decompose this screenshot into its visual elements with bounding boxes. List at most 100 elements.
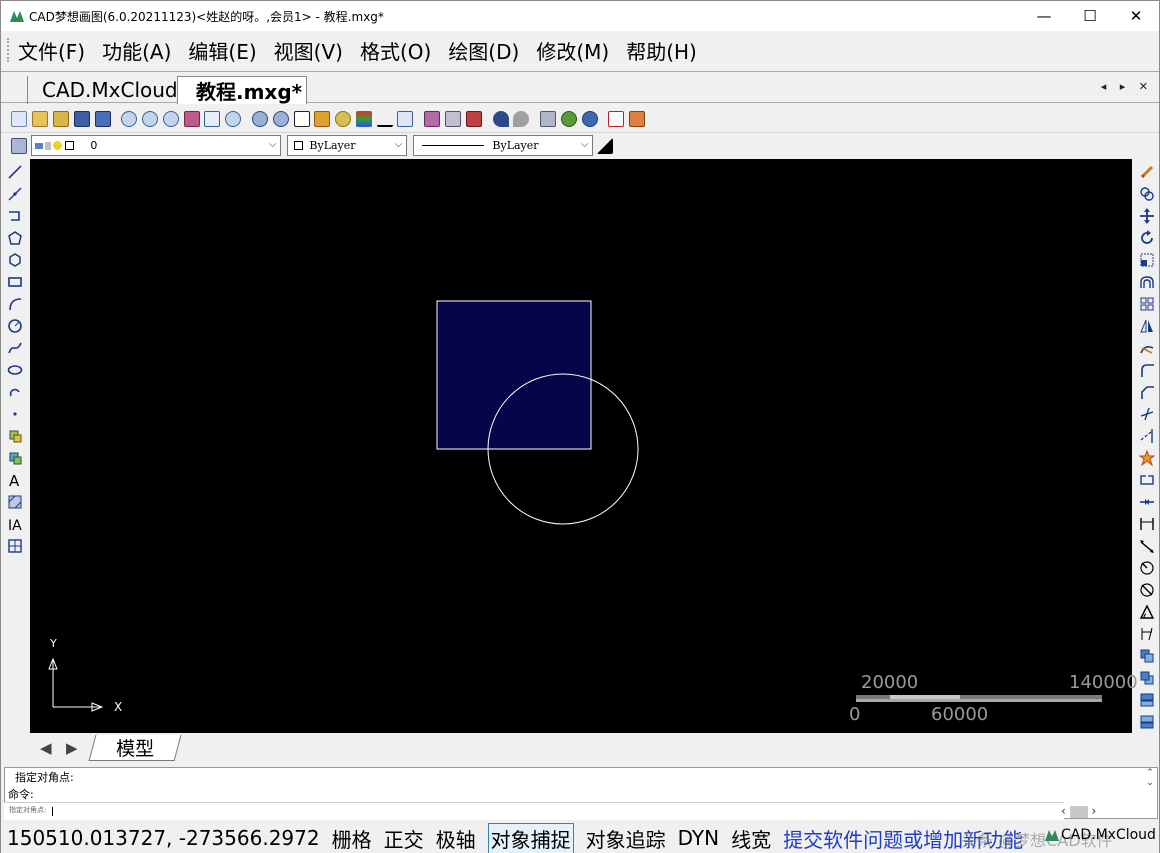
block-insert-icon[interactable]	[3, 425, 27, 447]
arc-icon[interactable]	[3, 293, 27, 315]
spline-icon[interactable]	[3, 337, 27, 359]
layer-dropdown[interactable]: 0 ⌵	[31, 135, 282, 156]
polygon-icon-2[interactable]	[3, 249, 27, 271]
join-icon[interactable]	[1135, 491, 1159, 513]
dim-baseline-icon[interactable]	[1135, 623, 1159, 645]
tool-palette-icon[interactable]	[465, 110, 482, 127]
hatch-icon[interactable]	[3, 491, 27, 513]
command-scrollbar[interactable]: ⌃ ⌄	[1143, 768, 1157, 801]
tab-scroll-controls[interactable]: ◂ ▸ ✕	[1101, 80, 1153, 93]
tab-model[interactable]: 模型	[88, 735, 182, 761]
toggle-osnap[interactable]: 对象捕捉	[487, 822, 574, 853]
tab-cad-mxcloud[interactable]: CAD.MxCloud	[27, 76, 185, 104]
zoom-out-icon[interactable]	[142, 110, 159, 127]
dim-diameter-icon[interactable]	[1135, 579, 1159, 601]
toggle-lineweight[interactable]: 线宽	[731, 824, 771, 853]
scale-icon[interactable]	[1135, 249, 1159, 271]
explode-icon[interactable]	[1135, 447, 1159, 469]
zoom-previous-icon[interactable]	[272, 110, 289, 127]
dim-linear-icon[interactable]	[1135, 513, 1159, 535]
toggle-grid[interactable]: 栅格	[332, 824, 372, 853]
table-icon[interactable]	[3, 535, 27, 557]
drawn-rectangle[interactable]	[436, 300, 592, 450]
polygon-icon[interactable]	[3, 227, 27, 249]
zoom-realtime-icon[interactable]	[121, 110, 138, 127]
mtext-icon[interactable]: IA	[3, 513, 27, 535]
window-icon[interactable]	[397, 110, 414, 127]
drawing-canvas[interactable]: Y X 20000 140000 0 60000	[30, 159, 1138, 733]
print-icon[interactable]	[540, 110, 557, 127]
web-icon[interactable]	[581, 110, 598, 127]
chamfer-icon[interactable]	[1135, 381, 1159, 403]
draw-order-below-icon[interactable]	[1135, 711, 1159, 733]
command-input[interactable]: 指定对角点:	[4, 802, 1064, 820]
extend-icon[interactable]	[1135, 425, 1159, 447]
copy-icon[interactable]	[1135, 183, 1159, 205]
toggle-polar[interactable]: 极轴	[436, 824, 476, 853]
properties-icon[interactable]	[424, 110, 441, 127]
toggle-dyn[interactable]: DYN	[678, 826, 719, 850]
toolbar-grip[interactable]	[7, 38, 10, 62]
layer-state-icon[interactable]	[355, 110, 372, 127]
globe-icon[interactable]	[560, 110, 577, 127]
dim-radius-icon[interactable]	[1135, 557, 1159, 579]
break-icon[interactable]	[1135, 469, 1159, 491]
construction-line-icon[interactable]	[3, 183, 27, 205]
open-folder-icon[interactable]	[52, 110, 69, 127]
dim-aligned-icon[interactable]	[1135, 535, 1159, 557]
tab-tutorial-drawing[interactable]: 教程.mxg*	[177, 76, 307, 104]
draw-order-front-icon[interactable]	[1135, 645, 1159, 667]
linetype-dropdown[interactable]: ByLayer ⌵	[413, 135, 594, 156]
undo-icon[interactable]	[492, 110, 509, 127]
rotate-icon[interactable]	[1135, 227, 1159, 249]
new-file-icon[interactable]	[11, 110, 28, 127]
dim-angle-icon[interactable]	[1135, 601, 1159, 623]
design-center-icon[interactable]	[445, 110, 462, 127]
open-file-icon[interactable]	[32, 110, 49, 127]
color-dropdown[interactable]: ByLayer ⌵	[287, 135, 408, 156]
zoom-window-icon[interactable]	[225, 110, 242, 127]
fillet-icon[interactable]	[1135, 359, 1159, 381]
circle-icon[interactable]	[3, 315, 27, 337]
layout-prev-button[interactable]: ◀	[40, 739, 52, 757]
revcloud-icon[interactable]	[3, 381, 27, 403]
draw-order-back-icon[interactable]	[1135, 667, 1159, 689]
menu-draw[interactable]: 绘图(D)	[448, 36, 519, 65]
point-icon[interactable]	[3, 403, 27, 425]
menu-file[interactable]: 文件(F)	[18, 36, 85, 65]
pan-icon[interactable]	[183, 110, 200, 127]
block-define-icon[interactable]	[3, 447, 27, 469]
menu-function[interactable]: 功能(A)	[102, 36, 171, 65]
color-palette-icon[interactable]	[335, 110, 352, 127]
menu-edit[interactable]: 编辑(E)	[188, 36, 256, 65]
offset-icon[interactable]	[1135, 271, 1159, 293]
lineweight-icon[interactable]	[376, 110, 393, 127]
layout-next-button[interactable]: ▶	[66, 739, 78, 757]
toggle-ortho[interactable]: 正交	[384, 824, 424, 853]
stretch-icon[interactable]	[1135, 337, 1159, 359]
redo-icon[interactable]	[513, 110, 530, 127]
close-button[interactable]: ✕	[1113, 1, 1159, 31]
menu-modify[interactable]: 修改(M)	[536, 36, 609, 65]
lineweight-icon[interactable]	[597, 137, 614, 154]
ellipse-icon[interactable]	[3, 359, 27, 381]
polyline-icon[interactable]	[3, 205, 27, 227]
draw-order-above-icon[interactable]	[1135, 689, 1159, 711]
erase-icon[interactable]	[1135, 161, 1159, 183]
export-pdf-icon[interactable]	[608, 110, 625, 127]
line-icon[interactable]	[3, 161, 27, 183]
ucs-icon[interactable]	[204, 110, 221, 127]
layer-manager-icon[interactable]	[11, 137, 28, 154]
horizontal-scrollbar[interactable]: ‹ ›	[1061, 804, 1133, 820]
export-image-icon[interactable]	[629, 110, 646, 127]
trim-icon[interactable]	[1135, 403, 1159, 425]
move-icon[interactable]	[1135, 205, 1159, 227]
menu-format[interactable]: 格式(O)	[360, 36, 431, 65]
menu-help[interactable]: 帮助(H)	[626, 36, 697, 65]
zoom-in-icon[interactable]	[162, 110, 179, 127]
minimize-button[interactable]: —	[1021, 1, 1067, 31]
maximize-button[interactable]: ☐	[1067, 1, 1113, 31]
toggle-otrack[interactable]: 对象追踪	[586, 824, 666, 853]
mirror-icon[interactable]	[1135, 315, 1159, 337]
array-icon[interactable]	[1135, 293, 1159, 315]
